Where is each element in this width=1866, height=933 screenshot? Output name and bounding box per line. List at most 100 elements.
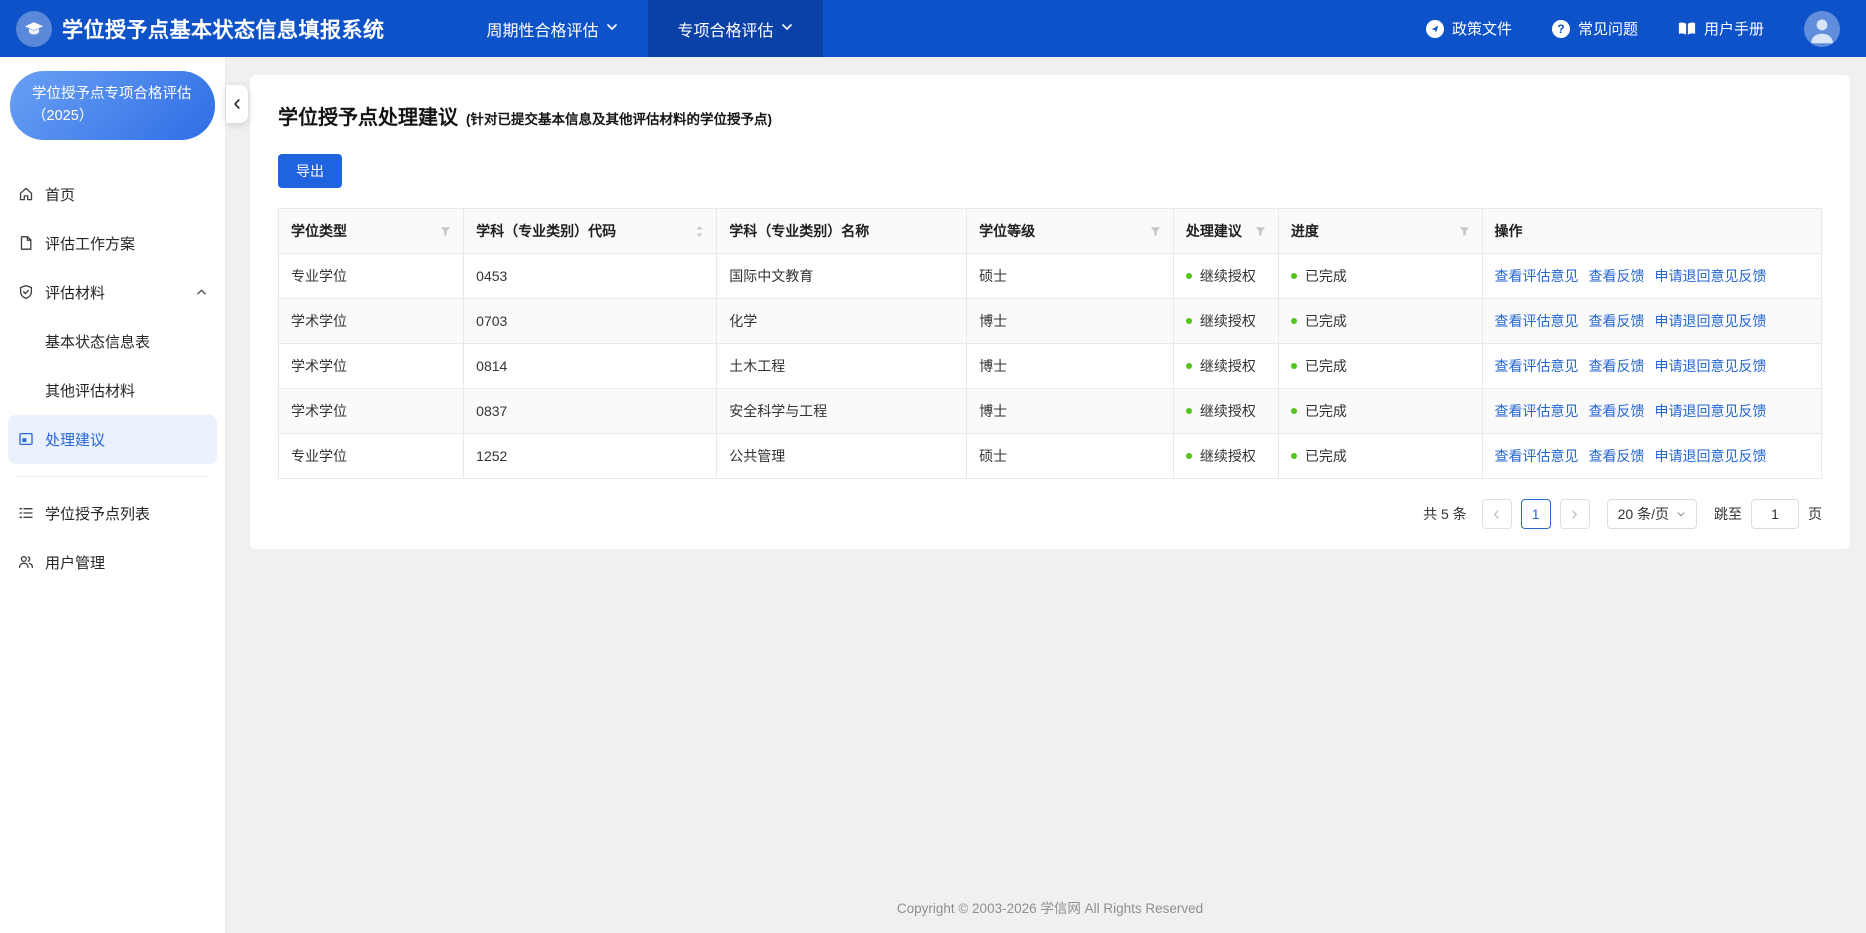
- view-opinion-link[interactable]: 查看评估意见: [1495, 403, 1579, 419]
- pagination-total: 共 5 条: [1423, 504, 1467, 524]
- cell-degree-type: 学术学位: [279, 299, 464, 344]
- status-dot-green: [1291, 318, 1297, 324]
- cell-level: 博士: [967, 299, 1174, 344]
- request-return-link[interactable]: 申请退回意见反馈: [1655, 358, 1767, 374]
- status-dot-green: [1291, 273, 1297, 279]
- chevron-up-icon: [196, 287, 207, 298]
- cell-code: 0453: [464, 254, 717, 299]
- shield-check-icon: [18, 284, 34, 300]
- column-label: 学科（专业类别）名称: [729, 221, 869, 241]
- export-button[interactable]: 导出: [278, 154, 342, 188]
- cell-suggestion: 继续授权: [1173, 389, 1278, 434]
- cell-degree-type: 学术学位: [279, 344, 464, 389]
- request-return-link[interactable]: 申请退回意见反馈: [1655, 313, 1767, 329]
- prev-page-button[interactable]: [1482, 499, 1512, 529]
- cell-name: 安全科学与工程: [717, 389, 967, 434]
- sidebar-item-work-plan[interactable]: 评估工作方案: [0, 219, 225, 268]
- nav-link-label: 常见问题: [1578, 18, 1638, 39]
- nav-link-faq[interactable]: ? 常见问题: [1552, 18, 1638, 39]
- list-icon: [18, 505, 34, 521]
- sidebar-collapse-button[interactable]: [226, 85, 248, 123]
- table-header: 学位类型 学科（专业类别）代码 学科（专业类别）名称 学位等级: [279, 209, 1822, 254]
- cell-suggestion: 继续授权: [1173, 299, 1278, 344]
- suggestion-text: 继续授权: [1200, 313, 1256, 329]
- chevron-down-icon: [1676, 509, 1686, 519]
- progress-text: 已完成: [1305, 448, 1347, 464]
- request-return-link[interactable]: 申请退回意见反馈: [1655, 403, 1767, 419]
- suggestion-text: 继续授权: [1200, 448, 1256, 464]
- status-dot-green: [1186, 453, 1192, 459]
- view-feedback-link[interactable]: 查看反馈: [1589, 448, 1645, 464]
- nav-link-policy-files[interactable]: 政策文件: [1426, 18, 1512, 39]
- sidebar-item-label: 处理建议: [45, 429, 105, 450]
- filter-icon[interactable]: [440, 226, 451, 237]
- page-title: 学位授予点处理建议: [278, 101, 458, 130]
- main-layout: 学位授予点专项合格评估（2025） 首页 评估工作方案 评估材料 基本状态信息表: [0, 57, 1866, 933]
- cell-actions: 查看评估意见查看反馈申请退回意见反馈: [1482, 344, 1822, 389]
- column-label: 学科（专业类别）代码: [476, 221, 616, 241]
- filter-icon[interactable]: [1459, 226, 1470, 237]
- cell-level: 博士: [967, 344, 1174, 389]
- filter-icon[interactable]: [1150, 226, 1161, 237]
- view-feedback-link[interactable]: 查看反馈: [1589, 358, 1645, 374]
- sidebar-item-label: 评估材料: [45, 282, 105, 303]
- sidebar-item-degree-point-list[interactable]: 学位授予点列表: [0, 489, 225, 538]
- sidebar-item-label: 学位授予点列表: [45, 503, 150, 524]
- sidebar-item-home[interactable]: 首页: [0, 170, 225, 219]
- project-badge[interactable]: 学位授予点专项合格评估（2025）: [10, 71, 215, 140]
- jump-page-input[interactable]: [1751, 499, 1799, 529]
- app-brand: 学位授予点基本状态信息填报系统: [16, 11, 385, 47]
- sidebar-item-other-materials[interactable]: 其他评估材料: [0, 366, 225, 415]
- users-icon: [18, 554, 34, 570]
- column-label: 学位等级: [979, 221, 1035, 241]
- view-feedback-link[interactable]: 查看反馈: [1589, 403, 1645, 419]
- cell-level: 硕士: [967, 434, 1174, 479]
- cell-degree-type: 学术学位: [279, 389, 464, 434]
- sidebar-item-user-management[interactable]: 用户管理: [0, 538, 225, 587]
- nav-link-label: 用户手册: [1704, 18, 1764, 39]
- nav-menu-periodic-evaluation[interactable]: 周期性合格评估: [457, 0, 648, 57]
- sidebar-item-evaluation-materials[interactable]: 评估材料: [0, 268, 225, 317]
- cell-code: 0703: [464, 299, 717, 344]
- cell-actions: 查看评估意见查看反馈申请退回意见反馈: [1482, 389, 1822, 434]
- nav-link-label: 政策文件: [1452, 18, 1512, 39]
- suggestion-text: 继续授权: [1200, 403, 1256, 419]
- view-feedback-link[interactable]: 查看反馈: [1589, 268, 1645, 284]
- sidebar-item-label: 评估工作方案: [45, 233, 135, 254]
- cell-actions: 查看评估意见查看反馈申请退回意见反馈: [1482, 434, 1822, 479]
- chevron-down-icon: [781, 20, 793, 38]
- sidebar-item-label: 首页: [45, 184, 75, 205]
- view-feedback-link[interactable]: 查看反馈: [1589, 313, 1645, 329]
- request-return-link[interactable]: 申请退回意见反馈: [1655, 268, 1767, 284]
- view-opinion-link[interactable]: 查看评估意见: [1495, 268, 1579, 284]
- sidebar-item-basic-info-table[interactable]: 基本状态信息表: [0, 317, 225, 366]
- home-icon: [18, 186, 34, 202]
- page-number-button[interactable]: 1: [1521, 499, 1551, 529]
- page-size-value: 20 条/页: [1618, 504, 1669, 524]
- column-suggestion: 处理建议: [1173, 209, 1278, 254]
- sidebar-item-suggestions[interactable]: 处理建议: [8, 415, 217, 464]
- cell-progress: 已完成: [1278, 254, 1482, 299]
- progress-text: 已完成: [1305, 403, 1347, 419]
- sorter-icon[interactable]: [695, 225, 704, 238]
- document-icon: [18, 235, 34, 251]
- question-mark-icon: ?: [1552, 20, 1570, 38]
- request-return-link[interactable]: 申请退回意见反馈: [1655, 448, 1767, 464]
- nav-menu-special-evaluation[interactable]: 专项合格评估: [648, 0, 823, 57]
- next-page-button[interactable]: [1560, 499, 1590, 529]
- user-avatar[interactable]: [1804, 11, 1840, 47]
- cell-progress: 已完成: [1278, 344, 1482, 389]
- status-dot-green: [1291, 408, 1297, 414]
- sidebar-item-label: 用户管理: [45, 552, 105, 573]
- status-dot-green: [1186, 273, 1192, 279]
- view-opinion-link[interactable]: 查看评估意见: [1495, 313, 1579, 329]
- filter-icon[interactable]: [1255, 226, 1266, 237]
- page-size-select[interactable]: 20 条/页: [1607, 499, 1697, 529]
- view-opinion-link[interactable]: 查看评估意见: [1495, 448, 1579, 464]
- view-opinion-link[interactable]: 查看评估意见: [1495, 358, 1579, 374]
- nav-link-user-manual[interactable]: 用户手册: [1678, 18, 1764, 39]
- status-dot-green: [1186, 363, 1192, 369]
- app-title: 学位授予点基本状态信息填报系统: [62, 14, 385, 44]
- cell-progress: 已完成: [1278, 389, 1482, 434]
- table-body: 专业学位 0453 国际中文教育 硕士 继续授权 已完成 查看评估意见查看反馈申…: [279, 254, 1822, 479]
